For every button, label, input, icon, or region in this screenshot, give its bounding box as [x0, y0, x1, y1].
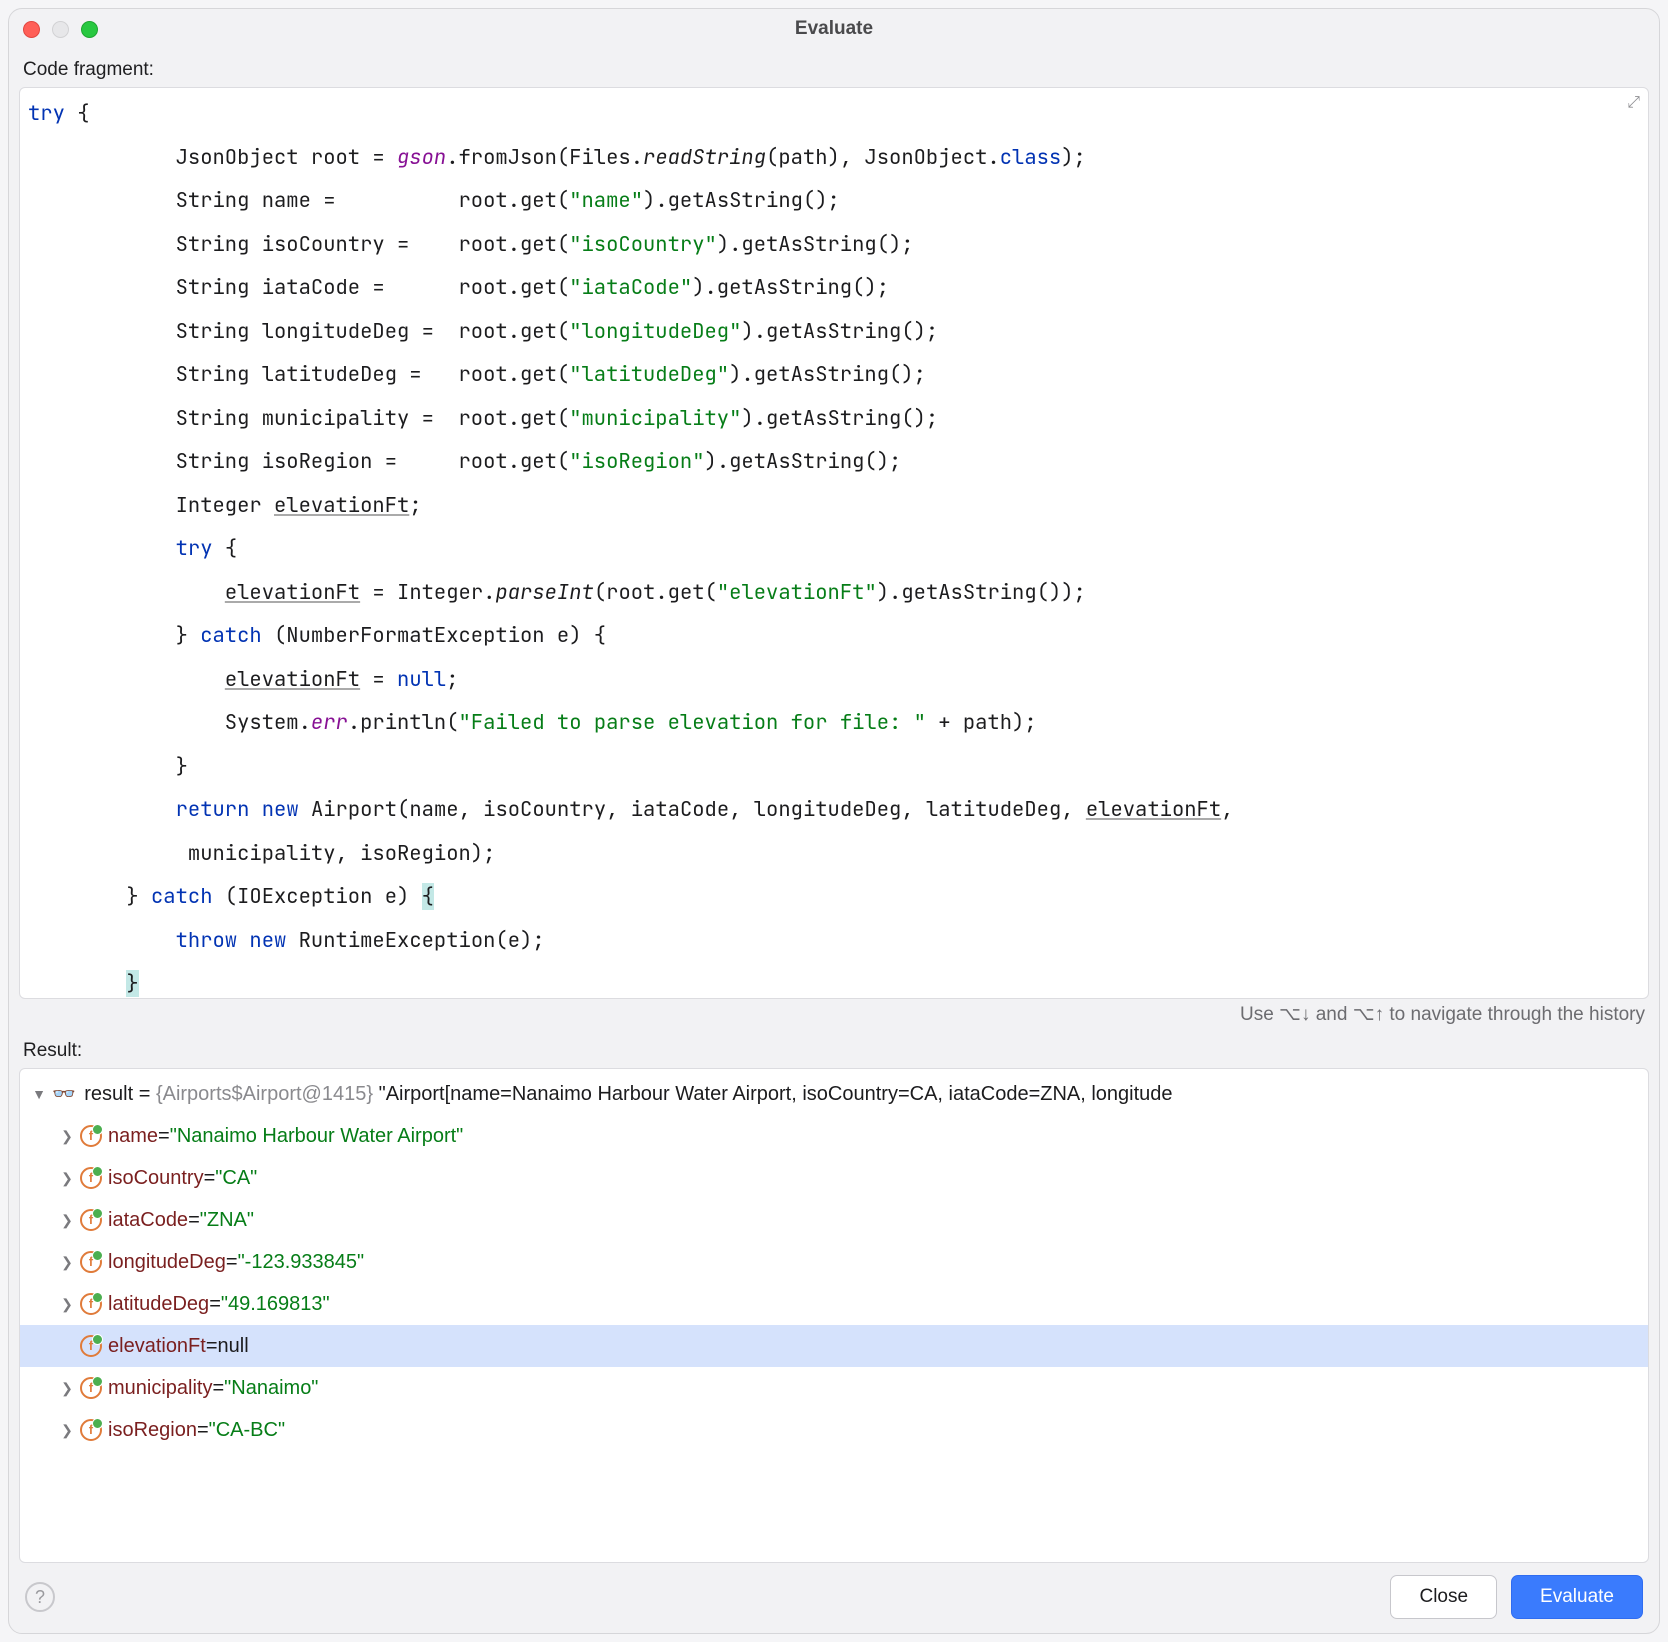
expand-icon[interactable]: ⤢	[1627, 94, 1640, 112]
field-name: name	[108, 1125, 158, 1148]
field-name: iataCode	[108, 1209, 188, 1232]
result-tree[interactable]: ▼ 👓 result = {Airports$Airport@1415} "Ai…	[19, 1068, 1649, 1563]
evaluate-dialog: Evaluate Code fragment: ⤢ try { JsonObje…	[8, 8, 1660, 1634]
field-icon	[80, 1209, 102, 1231]
close-button[interactable]: Close	[1390, 1575, 1497, 1619]
chevron-right-icon[interactable]: ❯	[56, 1296, 78, 1313]
chevron-right-icon[interactable]: ❯	[56, 1212, 78, 1229]
result-field-row[interactable]: ❯longitudeDeg = "-123.933845"	[20, 1241, 1648, 1283]
window-title: Evaluate	[9, 18, 1659, 40]
field-value: "49.169813"	[221, 1293, 330, 1316]
field-value: null	[218, 1335, 249, 1358]
chevron-right-icon[interactable]: ❯	[56, 1380, 78, 1397]
result-field-row[interactable]: ❯municipality = "Nanaimo"	[20, 1367, 1648, 1409]
field-name: isoCountry	[108, 1167, 204, 1190]
field-icon	[80, 1419, 102, 1441]
field-name: isoRegion	[108, 1419, 197, 1442]
field-name: latitudeDeg	[108, 1293, 209, 1316]
field-value: "Nanaimo"	[224, 1377, 318, 1400]
field-icon	[80, 1377, 102, 1399]
result-root-type: {Airports$Airport@1415}	[156, 1083, 373, 1106]
result-field-row[interactable]: ❯name = "Nanaimo Harbour Water Airport"	[20, 1115, 1648, 1157]
field-value: "-123.933845"	[238, 1251, 365, 1274]
code-fragment-label: Code fragment:	[9, 49, 1659, 87]
titlebar: Evaluate	[9, 9, 1659, 49]
result-field-row[interactable]: ❯isoRegion = "CA-BC"	[20, 1409, 1648, 1451]
field-icon	[80, 1251, 102, 1273]
chevron-right-icon[interactable]: ❯	[56, 1254, 78, 1271]
field-value: "CA-BC"	[209, 1419, 285, 1442]
field-name: elevationFt	[108, 1335, 206, 1358]
result-root-name: result =	[79, 1083, 156, 1106]
field-name: municipality	[108, 1377, 212, 1400]
field-icon	[80, 1167, 102, 1189]
result-field-row[interactable]: ❯iataCode = "ZNA"	[20, 1199, 1648, 1241]
result-label: Result:	[9, 1030, 1659, 1068]
result-field-row[interactable]: ❯latitudeDeg = "49.169813"	[20, 1283, 1648, 1325]
kw-try: try	[28, 100, 65, 127]
history-hint: Use ⌥↓ and ⌥↑ to navigate through the hi…	[9, 999, 1659, 1030]
field-icon	[80, 1125, 102, 1147]
field-icon	[80, 1293, 102, 1315]
chevron-right-icon[interactable]: ❯	[56, 1422, 78, 1439]
field-value: "Nanaimo Harbour Water Airport"	[170, 1125, 464, 1148]
result-root-value: "Airport[name=Nanaimo Harbour Water Airp…	[373, 1083, 1173, 1106]
field-name: longitudeDeg	[108, 1251, 226, 1274]
result-field-row[interactable]: elevationFt = null	[20, 1325, 1648, 1367]
chevron-right-icon[interactable]: ❯	[56, 1170, 78, 1187]
help-icon[interactable]: ?	[25, 1582, 55, 1612]
field-value: "CA"	[215, 1167, 257, 1190]
dialog-footer: ? Close Evaluate	[9, 1563, 1659, 1633]
result-root-row[interactable]: ▼ 👓 result = {Airports$Airport@1415} "Ai…	[20, 1073, 1648, 1115]
field-value: "ZNA"	[200, 1209, 254, 1232]
watch-icon: 👓	[52, 1082, 76, 1106]
evaluate-button[interactable]: Evaluate	[1511, 1575, 1643, 1619]
chevron-down-icon[interactable]: ▼	[28, 1086, 50, 1102]
result-field-row[interactable]: ❯isoCountry = "CA"	[20, 1157, 1648, 1199]
code-content: try { JsonObject root = gson.fromJson(Fi…	[28, 92, 1640, 999]
chevron-right-icon[interactable]: ❯	[56, 1128, 78, 1145]
code-editor[interactable]: ⤢ try { JsonObject root = gson.fromJson(…	[19, 87, 1649, 999]
field-icon	[80, 1335, 102, 1357]
